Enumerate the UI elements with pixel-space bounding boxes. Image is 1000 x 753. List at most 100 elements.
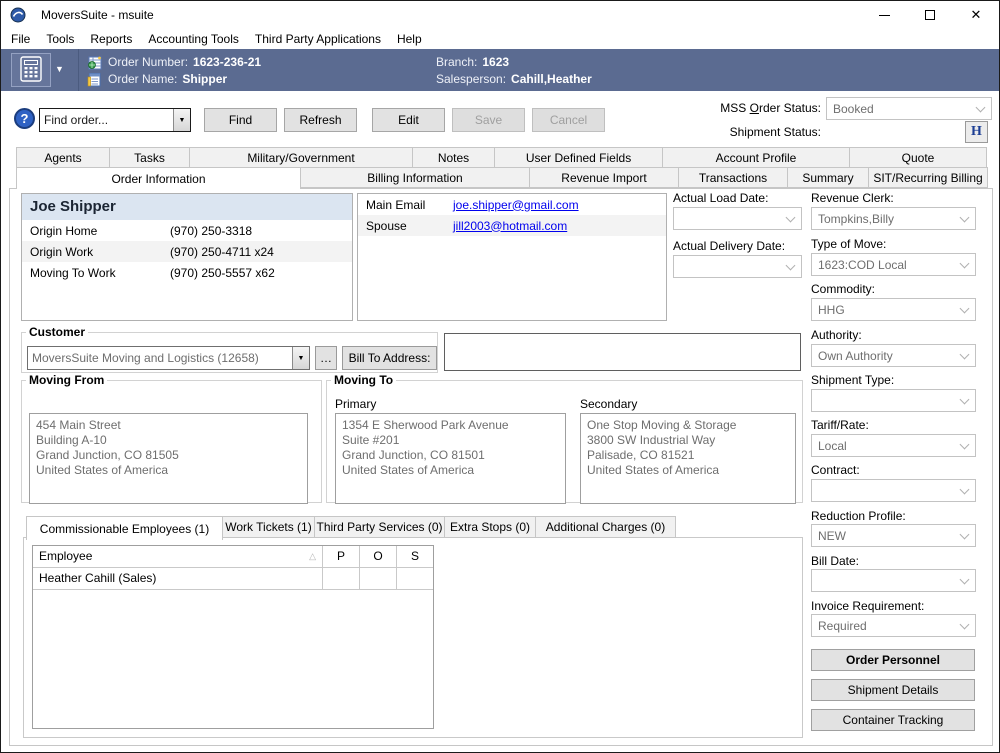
menu-accounting-tools[interactable]: Accounting Tools xyxy=(140,30,247,48)
minimize-icon xyxy=(879,15,890,16)
menu-bar: File Tools Reports Accounting Tools Thir… xyxy=(1,29,999,49)
chevron-down-icon xyxy=(960,575,970,585)
tab-order-information[interactable]: Order Information xyxy=(16,167,301,189)
mss-order-status-combo[interactable]: Booked xyxy=(826,97,992,120)
menu-third-party-applications[interactable]: Third Party Applications xyxy=(247,30,389,48)
moving-from-legend: Moving From xyxy=(26,373,107,387)
cancel-button[interactable]: Cancel xyxy=(532,108,605,132)
close-icon: ✕ xyxy=(971,7,982,23)
email-link[interactable]: jill2003@hotmail.com xyxy=(453,219,567,233)
customer-more-button[interactable]: … xyxy=(315,346,337,370)
tab-third-party-services[interactable]: Third Party Services (0) xyxy=(314,516,445,538)
tab-notes[interactable]: Notes xyxy=(412,147,495,168)
order-name-value: Shipper xyxy=(182,72,227,86)
window-title: MoversSuite - msuite xyxy=(41,8,154,22)
order-name-icon xyxy=(87,72,102,87)
type-of-move-label: Type of Move: xyxy=(811,237,886,251)
email-link[interactable]: joe.shipper@gmail.com xyxy=(453,198,579,212)
bill-date-combo[interactable] xyxy=(811,569,976,592)
p-column-header[interactable]: P xyxy=(322,546,359,567)
o-cell xyxy=(359,568,396,589)
help-icon[interactable]: ? xyxy=(14,108,35,129)
find-button[interactable]: Find xyxy=(204,108,277,132)
contract-combo[interactable] xyxy=(811,479,976,502)
tab-tasks[interactable]: Tasks xyxy=(109,147,190,168)
tab-account-profile[interactable]: Account Profile xyxy=(662,147,850,168)
app-logo-icon xyxy=(10,7,26,23)
shipment-details-button[interactable]: Shipment Details xyxy=(811,679,975,701)
container-tracking-button[interactable]: Container Tracking xyxy=(811,709,975,731)
bill-to-address-box xyxy=(444,333,801,371)
table-row[interactable]: Heather Cahill (Sales) xyxy=(33,568,433,590)
maximize-icon xyxy=(925,10,935,20)
revenue-clerk-combo[interactable]: Tompkins,Billy xyxy=(811,207,976,230)
tab-billing-information[interactable]: Billing Information xyxy=(300,167,530,188)
tab-transactions[interactable]: Transactions xyxy=(678,167,788,188)
type-of-move-combo[interactable]: 1623:COD Local xyxy=(811,253,976,276)
tab-quote[interactable]: Quote xyxy=(849,147,987,168)
salesperson-label: Salesperson: xyxy=(436,72,506,86)
menu-help[interactable]: Help xyxy=(389,30,430,48)
menu-reports[interactable]: Reports xyxy=(82,30,140,48)
tariff-rate-combo[interactable]: Local xyxy=(811,434,976,457)
app-window: MoversSuite - msuite ✕ File Tools Report… xyxy=(0,0,1000,753)
chevron-down-icon xyxy=(960,259,970,269)
phone-row[interactable]: Origin Work (970) 250-4711 x24 xyxy=(22,241,352,262)
chevron-down-icon xyxy=(960,440,970,450)
order-personnel-button[interactable]: Order Personnel xyxy=(811,649,975,671)
tab-extra-stops[interactable]: Extra Stops (0) xyxy=(444,516,536,538)
save-button[interactable]: Save xyxy=(452,108,525,132)
tab-agents[interactable]: Agents xyxy=(16,147,110,168)
o-column-header[interactable]: O xyxy=(359,546,396,567)
menu-tools[interactable]: Tools xyxy=(38,30,82,48)
header-dropdown-icon[interactable]: ▼ xyxy=(55,64,64,74)
header-separator xyxy=(78,49,79,91)
close-button[interactable]: ✕ xyxy=(953,1,999,29)
shipment-type-label: Shipment Type: xyxy=(811,373,894,387)
history-button[interactable]: H xyxy=(965,121,988,143)
reduction-profile-combo[interactable]: NEW xyxy=(811,524,976,547)
email-row: Spouse jill2003@hotmail.com xyxy=(358,215,666,236)
email-row: Main Email joe.shipper@gmail.com xyxy=(358,194,666,215)
find-order-input[interactable] xyxy=(40,109,173,131)
tab-summary[interactable]: Summary xyxy=(787,167,869,188)
revenue-clerk-label: Revenue Clerk: xyxy=(811,191,894,205)
tab-revenue-import[interactable]: Revenue Import xyxy=(529,167,679,188)
phone-row[interactable]: Origin Home (970) 250-3318 xyxy=(22,220,352,241)
authority-label: Authority: xyxy=(811,328,862,342)
s-column-header[interactable]: S xyxy=(396,546,433,567)
bill-to-address-button[interactable]: Bill To Address: xyxy=(342,346,437,370)
tab-additional-charges[interactable]: Additional Charges (0) xyxy=(535,516,676,538)
tab-military-government[interactable]: Military/Government xyxy=(189,147,413,168)
refresh-button[interactable]: Refresh xyxy=(284,108,357,132)
chevron-down-icon xyxy=(960,395,970,405)
bill-date-label: Bill Date: xyxy=(811,554,859,568)
menu-file[interactable]: File xyxy=(3,30,38,48)
dropdown-arrow-icon[interactable]: ▼ xyxy=(173,109,190,131)
authority-combo[interactable]: Own Authority xyxy=(811,344,976,367)
moving-to-secondary-address: One Stop Moving & Storage 3800 SW Indust… xyxy=(580,413,796,504)
tab-user-defined-fields[interactable]: User Defined Fields xyxy=(494,147,663,168)
chevron-down-icon xyxy=(960,350,970,360)
branch-value: 1623 xyxy=(482,55,509,69)
tab-sit-recurring-billing[interactable]: SIT/Recurring Billing xyxy=(868,167,988,188)
calculator-button[interactable] xyxy=(11,53,51,87)
moving-from-address: 454 Main Street Building A-10 Grand Junc… xyxy=(29,413,308,504)
tab-work-tickets[interactable]: Work Tickets (1) xyxy=(222,516,315,538)
commodity-combo[interactable]: HHG xyxy=(811,298,976,321)
edit-button[interactable]: Edit xyxy=(372,108,445,132)
employee-column-header[interactable]: Employee △ xyxy=(33,546,322,567)
minimize-button[interactable] xyxy=(861,1,907,29)
email-panel: Main Email joe.shipper@gmail.com Spouse … xyxy=(357,193,667,321)
employee-cell: Heather Cahill (Sales) xyxy=(33,568,322,589)
maximize-button[interactable] xyxy=(907,1,953,29)
phone-row[interactable]: Moving To Work (970) 250-5557 x62 xyxy=(22,262,352,283)
dropdown-arrow-icon[interactable]: ▼ xyxy=(292,347,309,369)
actual-delivery-date-combo[interactable] xyxy=(673,255,802,278)
chevron-down-icon xyxy=(786,213,796,223)
customer-combo[interactable]: MoversSuite Moving and Logistics (12658)… xyxy=(27,346,310,370)
shipment-type-combo[interactable] xyxy=(811,389,976,412)
invoice-requirement-combo[interactable]: Required xyxy=(811,614,976,637)
actual-load-date-combo[interactable] xyxy=(673,207,802,230)
tab-commissionable-employees[interactable]: Commissionable Employees (1) xyxy=(26,516,223,540)
